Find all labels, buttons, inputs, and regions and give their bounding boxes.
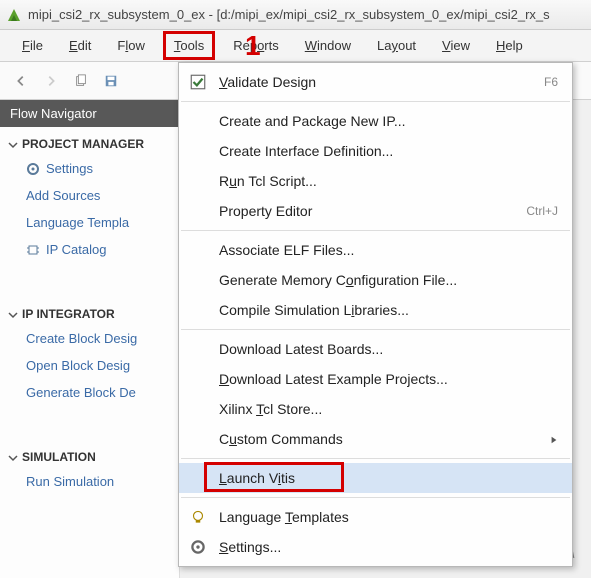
nav-add-sources[interactable]: Add Sources xyxy=(0,182,179,209)
gear-icon xyxy=(26,162,40,176)
flow-navigator: Flow Navigator PROJECT MANAGER Settings … xyxy=(0,100,180,578)
section-ip-integrator[interactable]: IP INTEGRATOR xyxy=(0,303,179,325)
nav-settings[interactable]: Settings xyxy=(0,155,179,182)
toolbar-back-button[interactable] xyxy=(10,70,32,92)
nav-open-block-design[interactable]: Open Block Desig xyxy=(0,352,179,379)
menu-flow[interactable]: Flow xyxy=(109,34,152,57)
separator xyxy=(181,101,570,102)
chevron-down-icon xyxy=(8,309,18,319)
dd-custom-commands[interactable]: Custom Commands xyxy=(179,424,572,454)
shortcut-text: F6 xyxy=(544,75,558,89)
dd-property-editor[interactable]: Property Editor Ctrl+J xyxy=(179,196,572,226)
toolbar-save-button[interactable] xyxy=(100,70,122,92)
chevron-down-icon xyxy=(8,139,18,149)
dd-compile-sim-libs[interactable]: Compile Simulation Libraries... xyxy=(179,295,572,325)
check-icon xyxy=(189,73,207,91)
menu-file[interactable]: File xyxy=(14,34,51,57)
dd-settings[interactable]: Settings... xyxy=(179,532,572,562)
dd-download-boards[interactable]: Download Latest Boards... xyxy=(179,334,572,364)
dd-xilinx-tcl-store[interactable]: Xilinx Tcl Store... xyxy=(179,394,572,424)
separator xyxy=(181,497,570,498)
gear-icon xyxy=(189,538,207,556)
menu-tools[interactable]: Tools xyxy=(163,31,215,60)
nav-run-simulation[interactable]: Run Simulation xyxy=(0,468,179,495)
menu-help[interactable]: Help xyxy=(488,34,531,57)
menu-layout[interactable]: Layout xyxy=(369,34,424,57)
titlebar: mipi_csi2_rx_subsystem_0_ex - [d:/mipi_e… xyxy=(0,0,591,30)
app-icon xyxy=(6,7,22,23)
tools-dropdown: Validate Design F6 Create and Package Ne… xyxy=(178,62,573,567)
dd-launch-vitis[interactable]: Launch Vitis xyxy=(179,463,572,493)
nav-language-templates[interactable]: Language Templa xyxy=(0,209,179,236)
dd-create-interface-def[interactable]: Create Interface Definition... xyxy=(179,136,572,166)
chevron-right-icon xyxy=(550,431,558,447)
menu-view[interactable]: View xyxy=(434,34,478,57)
dd-associate-elf[interactable]: Associate ELF Files... xyxy=(179,235,572,265)
dd-language-templates[interactable]: Language Templates xyxy=(179,502,572,532)
separator xyxy=(181,230,570,231)
dd-create-package-ip[interactable]: Create and Package New IP... xyxy=(179,106,572,136)
menubar: File Edit Flow Tools Reports Window Layo… xyxy=(0,30,591,62)
nav-generate-block-design[interactable]: Generate Block De xyxy=(0,379,179,406)
dd-validate-design[interactable]: Validate Design F6 xyxy=(179,67,572,97)
toolbar-forward-button[interactable] xyxy=(40,70,62,92)
dd-generate-mem-config[interactable]: Generate Memory Configuration File... xyxy=(179,265,572,295)
ip-icon xyxy=(26,243,40,257)
nav-create-block-design[interactable]: Create Block Desig xyxy=(0,325,179,352)
dd-run-tcl-script[interactable]: Run Tcl Script... xyxy=(179,166,572,196)
window-title: mipi_csi2_rx_subsystem_0_ex - [d:/mipi_e… xyxy=(28,7,550,22)
lightbulb-icon xyxy=(189,508,207,526)
chevron-down-icon xyxy=(8,452,18,462)
toolbar-copy-button[interactable] xyxy=(70,70,92,92)
menu-window[interactable]: Window xyxy=(297,34,359,57)
nav-ip-catalog[interactable]: IP Catalog xyxy=(0,236,179,263)
section-project-manager[interactable]: PROJECT MANAGER xyxy=(0,133,179,155)
annotation-1: 1 xyxy=(245,30,261,62)
flow-navigator-header: Flow Navigator xyxy=(0,100,179,127)
shortcut-text: Ctrl+J xyxy=(526,204,558,218)
section-simulation[interactable]: SIMULATION xyxy=(0,446,179,468)
separator xyxy=(181,458,570,459)
menu-edit[interactable]: Edit xyxy=(61,34,99,57)
separator xyxy=(181,329,570,330)
dd-download-examples[interactable]: Download Latest Example Projects... xyxy=(179,364,572,394)
